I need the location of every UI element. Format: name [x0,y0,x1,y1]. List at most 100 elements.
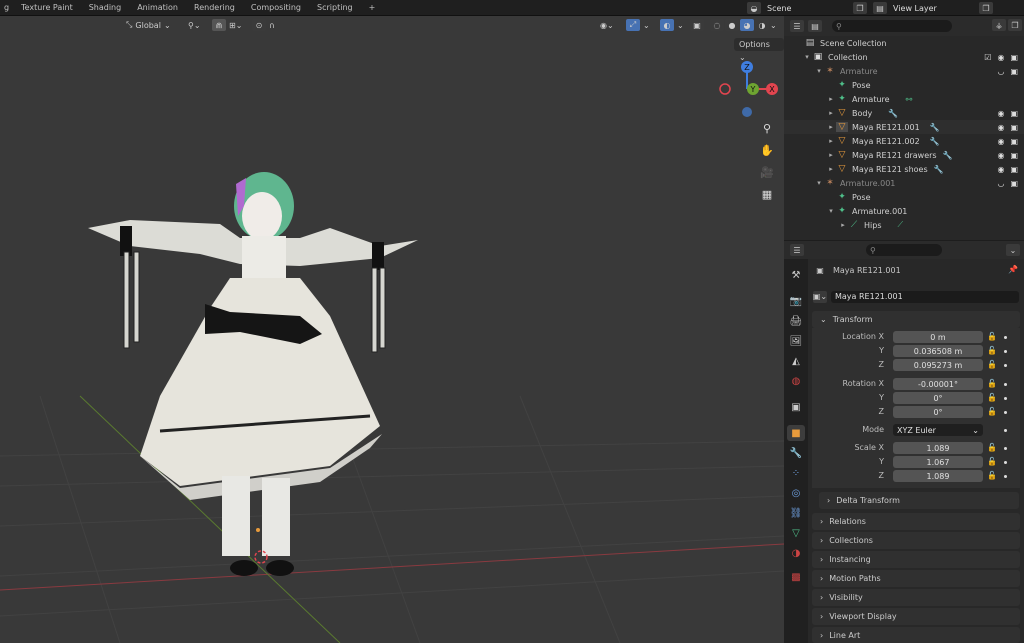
material-shading-icon[interactable]: ◕ [740,19,754,31]
expand-toggle[interactable]: ▾ [814,67,824,75]
3d-cursor[interactable] [254,550,268,564]
row-toggles[interactable]: ◉ ▣ [997,137,1018,146]
camera-icon[interactable]: ▣ [1010,123,1018,132]
zoom-icon[interactable]: ⚲ [757,118,777,138]
outliner-row[interactable]: ▾ ✦ Armature.001 [784,204,1024,218]
tab-rendering[interactable]: Rendering [186,0,243,16]
keyframe-dot[interactable] [1004,336,1007,339]
motion-paths-panel[interactable]: › Motion Paths [812,570,1020,587]
tab-compositing[interactable]: Compositing [243,0,309,16]
expand-toggle[interactable]: ▾ [814,179,824,187]
chevron-down-icon[interactable]: ⌄ [770,21,777,30]
editor-type-icon[interactable]: ☰ [790,20,804,32]
viewport-display-panel[interactable]: › Viewport Display [812,608,1020,625]
eye-closed-icon[interactable]: ◡ [997,179,1004,188]
grid-perspective-icon[interactable]: ▦ [757,184,777,204]
editor-type-icon[interactable]: ☰ [790,244,804,256]
visibility-dropdown[interactable]: ◉⌄ [600,18,614,32]
proportional-editing[interactable]: ⊙ ∩ [252,18,275,32]
outliner-search[interactable]: ⚲ [832,20,952,32]
camera-icon[interactable]: ▣ [1010,151,1018,160]
object-name-field[interactable]: Maya RE121.001 [831,290,1019,303]
visibility-panel[interactable]: › Visibility [812,589,1020,606]
eye-icon[interactable]: ◉ [997,123,1004,132]
tab-texture-paint[interactable]: Texture Paint [13,0,81,16]
rotation-mode-select[interactable]: XYZ Euler ⌄ [893,424,983,436]
keyframe-dot[interactable] [1004,411,1007,414]
character-model[interactable] [88,172,418,576]
outliner-row[interactable]: ▸ ▽ Maya RE121.001 🔧 ◉ ▣ [784,120,1024,134]
expand-toggle[interactable]: ▸ [826,123,836,131]
camera-icon[interactable]: ▣ [1010,179,1018,188]
transform-panel-header[interactable]: ⌄ Transform [812,311,1020,328]
instancing-panel[interactable]: › Instancing [812,551,1020,568]
rotation-x-field[interactable]: -0.00001° [893,378,983,390]
wireframe-shading-icon[interactable]: ◌ [710,19,724,31]
keyframe-dot[interactable] [1004,461,1007,464]
outliner-row[interactable]: ▾ ✶ Armature.001 ◡ ▣ [784,176,1024,190]
row-toggles[interactable]: ◉ ▣ [997,165,1018,174]
lock-icon[interactable]: 🔓 [987,457,997,467]
camera-icon[interactable]: ▣ [1010,53,1018,62]
modifier-tab-icon[interactable]: 🔧 [787,445,805,461]
tab-scripting[interactable]: Scripting [309,0,361,16]
outliner-row[interactable]: ✦ Pose [784,190,1024,204]
texture-tab-icon[interactable]: ▩ [787,569,805,585]
camera-icon[interactable]: ▣ [1010,137,1018,146]
line-art-panel[interactable]: › Line Art [812,627,1020,643]
keyframe-dot[interactable] [1004,397,1007,400]
outliner-row[interactable]: ▾ ▣ Collection ☑ ◉ ▣ [784,50,1024,64]
eye-closed-icon[interactable]: ◡ [997,67,1004,76]
scale-x-field[interactable]: 1.089 [893,442,983,454]
expand-toggle[interactable]: ▸ [826,165,836,173]
expand-toggle[interactable]: ▸ [826,137,836,145]
outliner-row[interactable]: ▸ ⟋ Hips ⟋ [784,218,1024,232]
lock-icon[interactable]: 🔓 [987,407,997,417]
view-layer-tab-icon[interactable]: 🖼 [787,333,805,349]
tab-animation[interactable]: Animation [129,0,186,16]
keyframe-dot[interactable] [1004,350,1007,353]
keyframe-dot[interactable] [1004,364,1007,367]
gizmo-neg-z[interactable] [742,107,752,117]
eye-icon[interactable]: ◉ [997,109,1004,118]
location-x-field[interactable]: 0 m [893,331,983,343]
keyframe-dot[interactable] [1004,429,1007,432]
keyframe-dot[interactable] [1004,383,1007,386]
lock-icon[interactable]: 🔓 [987,393,997,403]
row-toggles[interactable]: ☑ ◉ ▣ [984,53,1018,62]
camera-icon[interactable]: ▣ [1010,165,1018,174]
properties-search[interactable]: ⚲ [866,244,942,256]
outliner-row[interactable]: ▾ ✶ Armature ◡ ▣ [784,64,1024,78]
particles-tab-icon[interactable]: ⁘ [787,465,805,481]
scene-icon[interactable]: ◒ [747,2,761,14]
lock-icon[interactable]: 🔓 [987,379,997,389]
lock-icon[interactable]: 🔓 [987,443,997,453]
row-toggles[interactable]: ◉ ▣ [997,109,1018,118]
row-toggles[interactable]: ◉ ▣ [997,123,1018,132]
3d-viewport[interactable]: ⤡ Global ⌄ ⚲⌄ ⋒ ⊞⌄ ⊙ ∩ ◉⌄ ⤢ ⌄ ◐ ⌄ ▣ ◌ ● ◕ ◑ … [0,16,784,643]
expand-toggle[interactable]: ▸ [826,109,836,117]
output-tab-icon[interactable]: 🖨 [787,313,805,329]
lock-icon[interactable]: 🔓 [987,471,997,481]
filter-icon[interactable]: ⚶ [992,19,1006,31]
chevron-down-icon[interactable]: ⌄ [1006,244,1020,256]
lock-icon[interactable]: 🔓 [987,360,997,370]
camera-icon[interactable]: ▣ [1010,67,1018,76]
physics-tab-icon[interactable]: ◎ [787,485,805,501]
lock-icon[interactable]: 🔓 [987,332,997,342]
expand-toggle[interactable]: ▸ [826,151,836,159]
material-tab-icon[interactable]: ◑ [787,545,805,561]
outliner-row[interactable]: ▸ ▽ Maya RE121.002 🔧 ◉ ▣ [784,134,1024,148]
new-collection-icon[interactable]: ❐ [1008,19,1022,31]
add-workspace-button[interactable]: + [361,0,384,16]
outliner-row[interactable]: ▸ ▽ Body 🔧 ◉ ▣ [784,106,1024,120]
navigation-gizmo[interactable]: Z X Y [715,60,784,130]
outliner-row[interactable]: ▸ ✦ Armature ⚯ [784,92,1024,106]
view-layer-name[interactable]: View Layer [893,4,973,13]
delta-transform-subpanel[interactable]: › Delta Transform [819,492,1019,509]
eye-icon[interactable]: ◉ [997,137,1004,146]
checkbox-icon[interactable]: ☑ [984,53,991,62]
camera-view-icon[interactable]: 🎥 [757,162,777,182]
tool-tab-icon[interactable]: ⚒ [787,267,805,283]
outliner-row[interactable]: ▤ Scene Collection [784,36,1024,50]
